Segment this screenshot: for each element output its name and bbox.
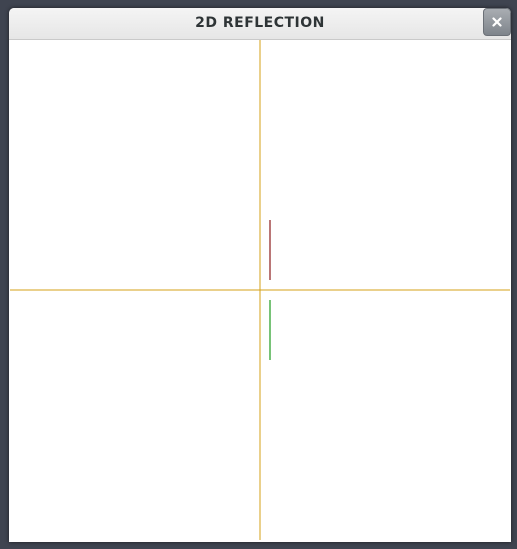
window-title: 2D REFLECTION — [195, 15, 325, 31]
app-window: 2D REFLECTION — [9, 8, 511, 542]
reflection-plot — [10, 40, 510, 540]
close-icon — [492, 17, 502, 27]
close-button[interactable] — [483, 8, 511, 36]
drawing-canvas — [10, 40, 510, 540]
title-bar[interactable]: 2D REFLECTION — [9, 8, 511, 40]
